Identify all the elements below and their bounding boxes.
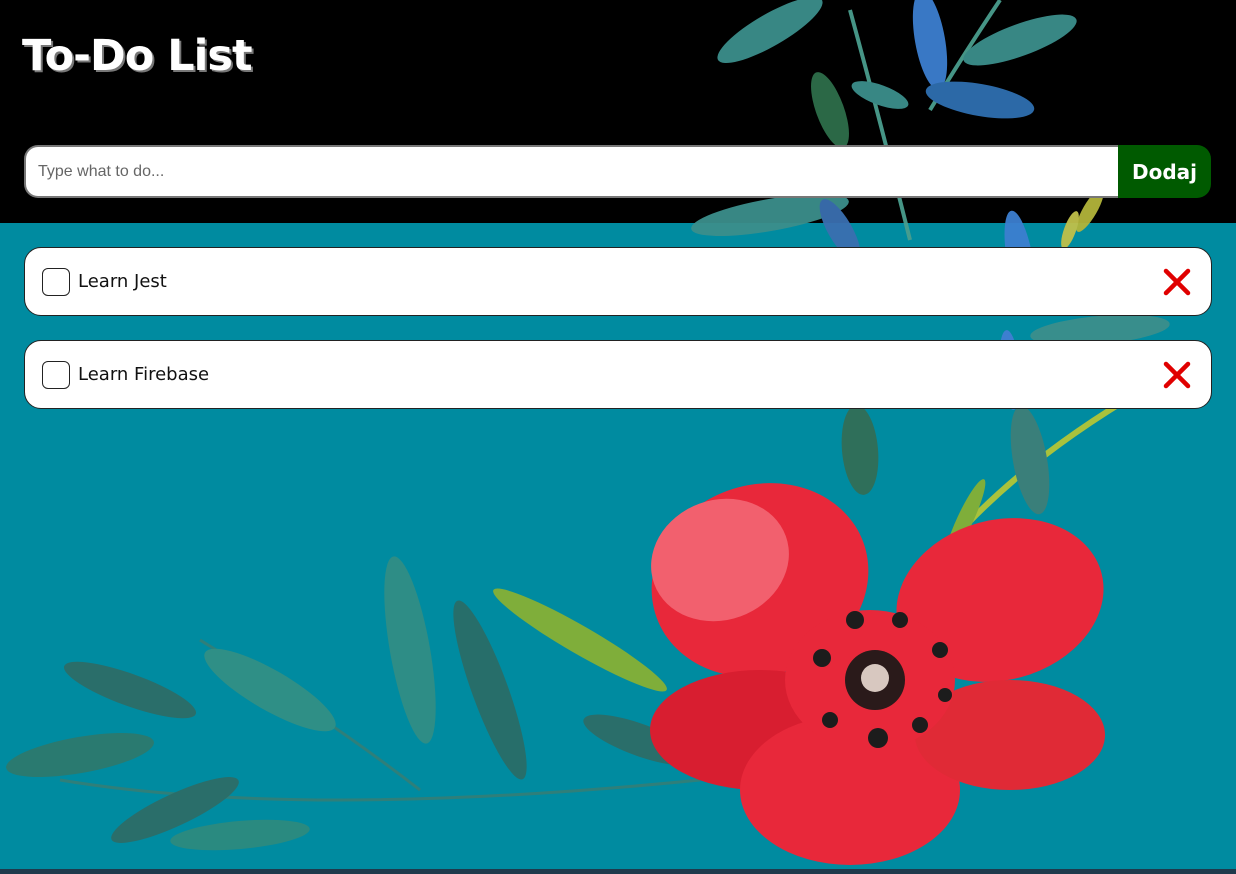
todo-checkbox[interactable] — [42, 360, 70, 389]
todo-item: Learn Firebase — [24, 340, 1212, 409]
page-title: To-Do List — [22, 31, 253, 81]
todo-list: Learn Jest Learn Firebase — [24, 247, 1212, 433]
close-x-icon[interactable] — [1160, 265, 1194, 299]
todo-item: Learn Jest — [24, 247, 1212, 316]
task-input[interactable] — [24, 145, 1118, 198]
todo-checkbox[interactable] — [42, 267, 70, 296]
add-task-form: Dodaj — [24, 145, 1211, 198]
app-page: To-Do List Dodaj Learn Jest Learn Fireba… — [0, 0, 1236, 874]
add-button[interactable]: Dodaj — [1118, 145, 1211, 198]
todo-text: Learn Jest — [78, 271, 167, 292]
close-x-icon[interactable] — [1160, 358, 1194, 392]
taskbar-strip — [0, 869, 1236, 874]
todo-text: Learn Firebase — [78, 364, 210, 385]
